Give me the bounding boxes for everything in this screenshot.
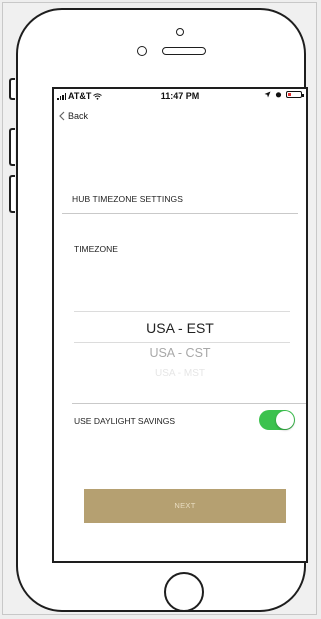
picker-option-selected[interactable]: USA - EST xyxy=(54,320,306,336)
back-label: Back xyxy=(68,111,89,121)
status-bar: AT&T 11:47 PM xyxy=(54,89,306,103)
picker-option[interactable]: USA - CST xyxy=(54,346,306,360)
mute-switch xyxy=(9,78,15,100)
phone-body: AT&T 11:47 PM Back HUB TIMEZONE SETTINGS… xyxy=(16,8,308,612)
section-title: HUB TIMEZONE SETTINGS xyxy=(72,194,184,204)
chevron-left-icon xyxy=(59,111,65,121)
daylight-savings-label: USE DAYLIGHT SAVINGS xyxy=(74,416,176,426)
home-button[interactable] xyxy=(164,572,204,612)
toggle-knob xyxy=(276,411,294,429)
section-divider xyxy=(62,213,298,214)
battery-icon xyxy=(286,91,304,98)
location-arrow-icon xyxy=(264,91,271,98)
status-icons xyxy=(264,91,304,98)
earpiece-speaker xyxy=(162,47,206,55)
picker-top-line xyxy=(74,311,290,312)
app-screen: AT&T 11:47 PM Back HUB TIMEZONE SETTINGS… xyxy=(52,87,308,563)
picker-selection-line xyxy=(74,342,290,343)
volume-down-button xyxy=(9,175,15,213)
camera-icon xyxy=(176,28,184,36)
next-button[interactable]: NEXT xyxy=(84,489,286,523)
dst-divider xyxy=(72,403,306,404)
daylight-savings-toggle[interactable] xyxy=(259,410,295,430)
volume-up-button xyxy=(9,128,15,166)
alarm-icon xyxy=(275,92,282,98)
picker-option[interactable]: USA - MST xyxy=(54,368,306,379)
front-camera-icon xyxy=(137,46,147,56)
timezone-label: TIMEZONE xyxy=(74,244,118,254)
back-button[interactable]: Back xyxy=(59,111,88,121)
